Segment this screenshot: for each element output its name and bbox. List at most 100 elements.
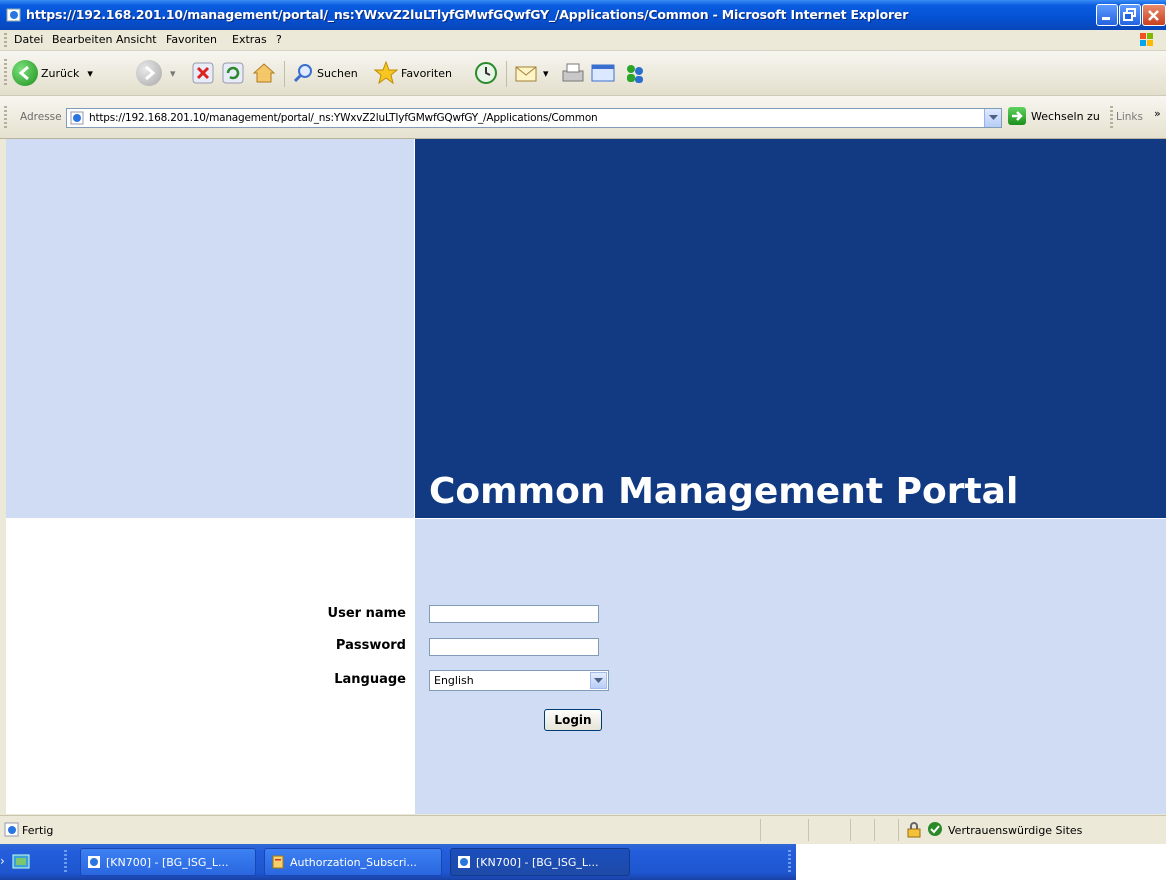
mail-dropdown-icon[interactable]: ▾ [543,67,549,80]
home-icon [252,63,276,83]
stop-icon [192,62,214,84]
maximize-button[interactable] [1119,4,1141,26]
status-bar: Fertig Vertrauenswürdige Sites [0,815,1166,844]
go-arrow-icon [1008,107,1026,125]
status-cell [808,819,809,841]
portal-banner: Common Management Portal [415,139,1166,518]
search-label: Suchen [317,66,358,80]
username-input[interactable] [429,605,599,623]
toolbar-gripper[interactable] [4,59,7,87]
show-desktop-icon[interactable] [12,853,30,871]
menu-bar: Datei Bearbeiten Ansicht Favoriten Extra… [0,30,1166,51]
password-label: Password [335,638,406,653]
language-dropdown-button[interactable] [590,672,607,689]
history-icon [475,62,497,84]
left-top-panel [6,139,414,518]
forward-arrow-icon [136,60,162,86]
go-label: Wechseln zu [1031,109,1100,123]
back-arrow-icon [12,60,38,86]
history-button[interactable] [474,57,498,89]
address-gripper[interactable] [4,106,7,128]
window-title-bar[interactable]: https://192.168.201.10/management/portal… [0,0,1166,30]
address-bar: Adresse https://192.168.201.10/managemen… [0,96,1166,139]
forward-dropdown-icon[interactable]: ▾ [170,67,176,80]
language-label: Language [334,672,406,687]
status-cell [874,819,875,841]
taskbar-chevron-icon[interactable]: › [0,854,5,868]
edit-page-icon [591,64,615,82]
toolbar-separator [506,61,507,87]
menu-gripper[interactable] [4,33,7,47]
print-button[interactable] [560,57,586,89]
page-content: Common Management Portal User name Passw… [6,139,1166,814]
document-icon [272,855,284,869]
links-chevron-icon[interactable]: » [1154,107,1161,120]
links-gripper[interactable] [1110,106,1113,128]
menu-help[interactable]: ? [276,33,282,46]
messenger-icon [627,65,643,83]
status-cell [760,819,761,841]
address-input[interactable]: https://192.168.201.10/management/portal… [66,108,1002,128]
ie-window-icon [458,856,470,868]
menu-bearbeiten[interactable]: Bearbeiten [52,33,112,46]
messenger-button[interactable] [622,57,648,89]
taskbar-gripper[interactable] [64,850,67,874]
password-input[interactable] [429,638,599,656]
minimize-icon [1102,17,1110,20]
minimize-button[interactable] [1096,4,1118,26]
taskbar-button-authorization[interactable]: Authorzation_Subscri... [264,848,442,876]
back-dropdown-icon[interactable]: ▾ [87,67,93,80]
screen-blank-area [796,844,1166,880]
language-select[interactable]: English [429,670,609,691]
refresh-icon [222,62,244,84]
lock-icon[interactable] [906,822,922,838]
toolbar-separator [284,61,285,87]
home-button[interactable] [252,57,276,89]
favorites-label: Favoriten [401,66,452,80]
login-button[interactable]: Login [544,709,602,731]
search-icon [293,64,312,83]
favorites-button[interactable]: Favoriten [374,57,452,89]
taskbar-button-label: Authorzation_Subscri... [290,855,417,869]
favorites-star-icon [374,61,398,85]
taskbar: › [KN700] - [BG_ISG_L... Authorzation_Su… [0,844,796,880]
standard-toolbar: Zurück ▾ ▾ Suchen Favoriten ▾ [0,51,1166,96]
links-label[interactable]: Links [1116,111,1143,123]
address-dropdown-button[interactable] [984,109,1001,127]
taskbar-gripper[interactable] [788,850,791,874]
taskbar-button-label: [KN700] - [BG_ISG_L... [106,855,229,869]
search-button[interactable]: Suchen [292,57,358,89]
ie-window-icon [88,856,100,868]
taskbar-button-kn700-1[interactable]: [KN700] - [BG_ISG_L... [80,848,256,876]
login-panel [415,519,1166,814]
ie-page-icon [70,111,84,125]
menu-extras[interactable]: Extras [232,33,267,46]
security-zone-text: Vertrauenswürdige Sites [948,824,1083,837]
taskbar-button-label: [KN700] - [BG_ISG_L... [476,855,599,869]
address-label: Adresse [20,111,62,123]
close-icon [1148,10,1159,21]
close-button[interactable] [1142,4,1166,26]
left-bottom-panel [6,519,414,814]
back-label: Zurück [41,66,80,80]
forward-button[interactable]: ▾ [136,57,176,89]
menu-favoriten[interactable]: Favoriten [166,33,217,46]
language-value: English [434,674,474,687]
status-text: Fertig [22,824,54,837]
ie-page-icon [4,822,19,837]
menu-datei[interactable]: Datei [14,33,43,46]
edit-button[interactable] [590,57,616,89]
mail-button[interactable]: ▾ [514,57,549,89]
back-button[interactable]: Zurück ▾ [12,57,93,89]
menu-ansicht[interactable]: Ansicht [116,33,157,46]
printer-icon [562,63,584,82]
chevron-down-icon [594,678,603,683]
stop-button[interactable] [192,57,214,89]
window-title: https://192.168.201.10/management/portal… [26,7,909,22]
status-cell [898,819,899,841]
go-button[interactable]: Wechseln zu [1008,107,1100,125]
username-label: User name [327,606,406,621]
trusted-zone-icon [928,822,942,836]
taskbar-button-kn700-active[interactable]: [KN700] - [BG_ISG_L... [450,848,630,876]
refresh-button[interactable] [222,57,244,89]
